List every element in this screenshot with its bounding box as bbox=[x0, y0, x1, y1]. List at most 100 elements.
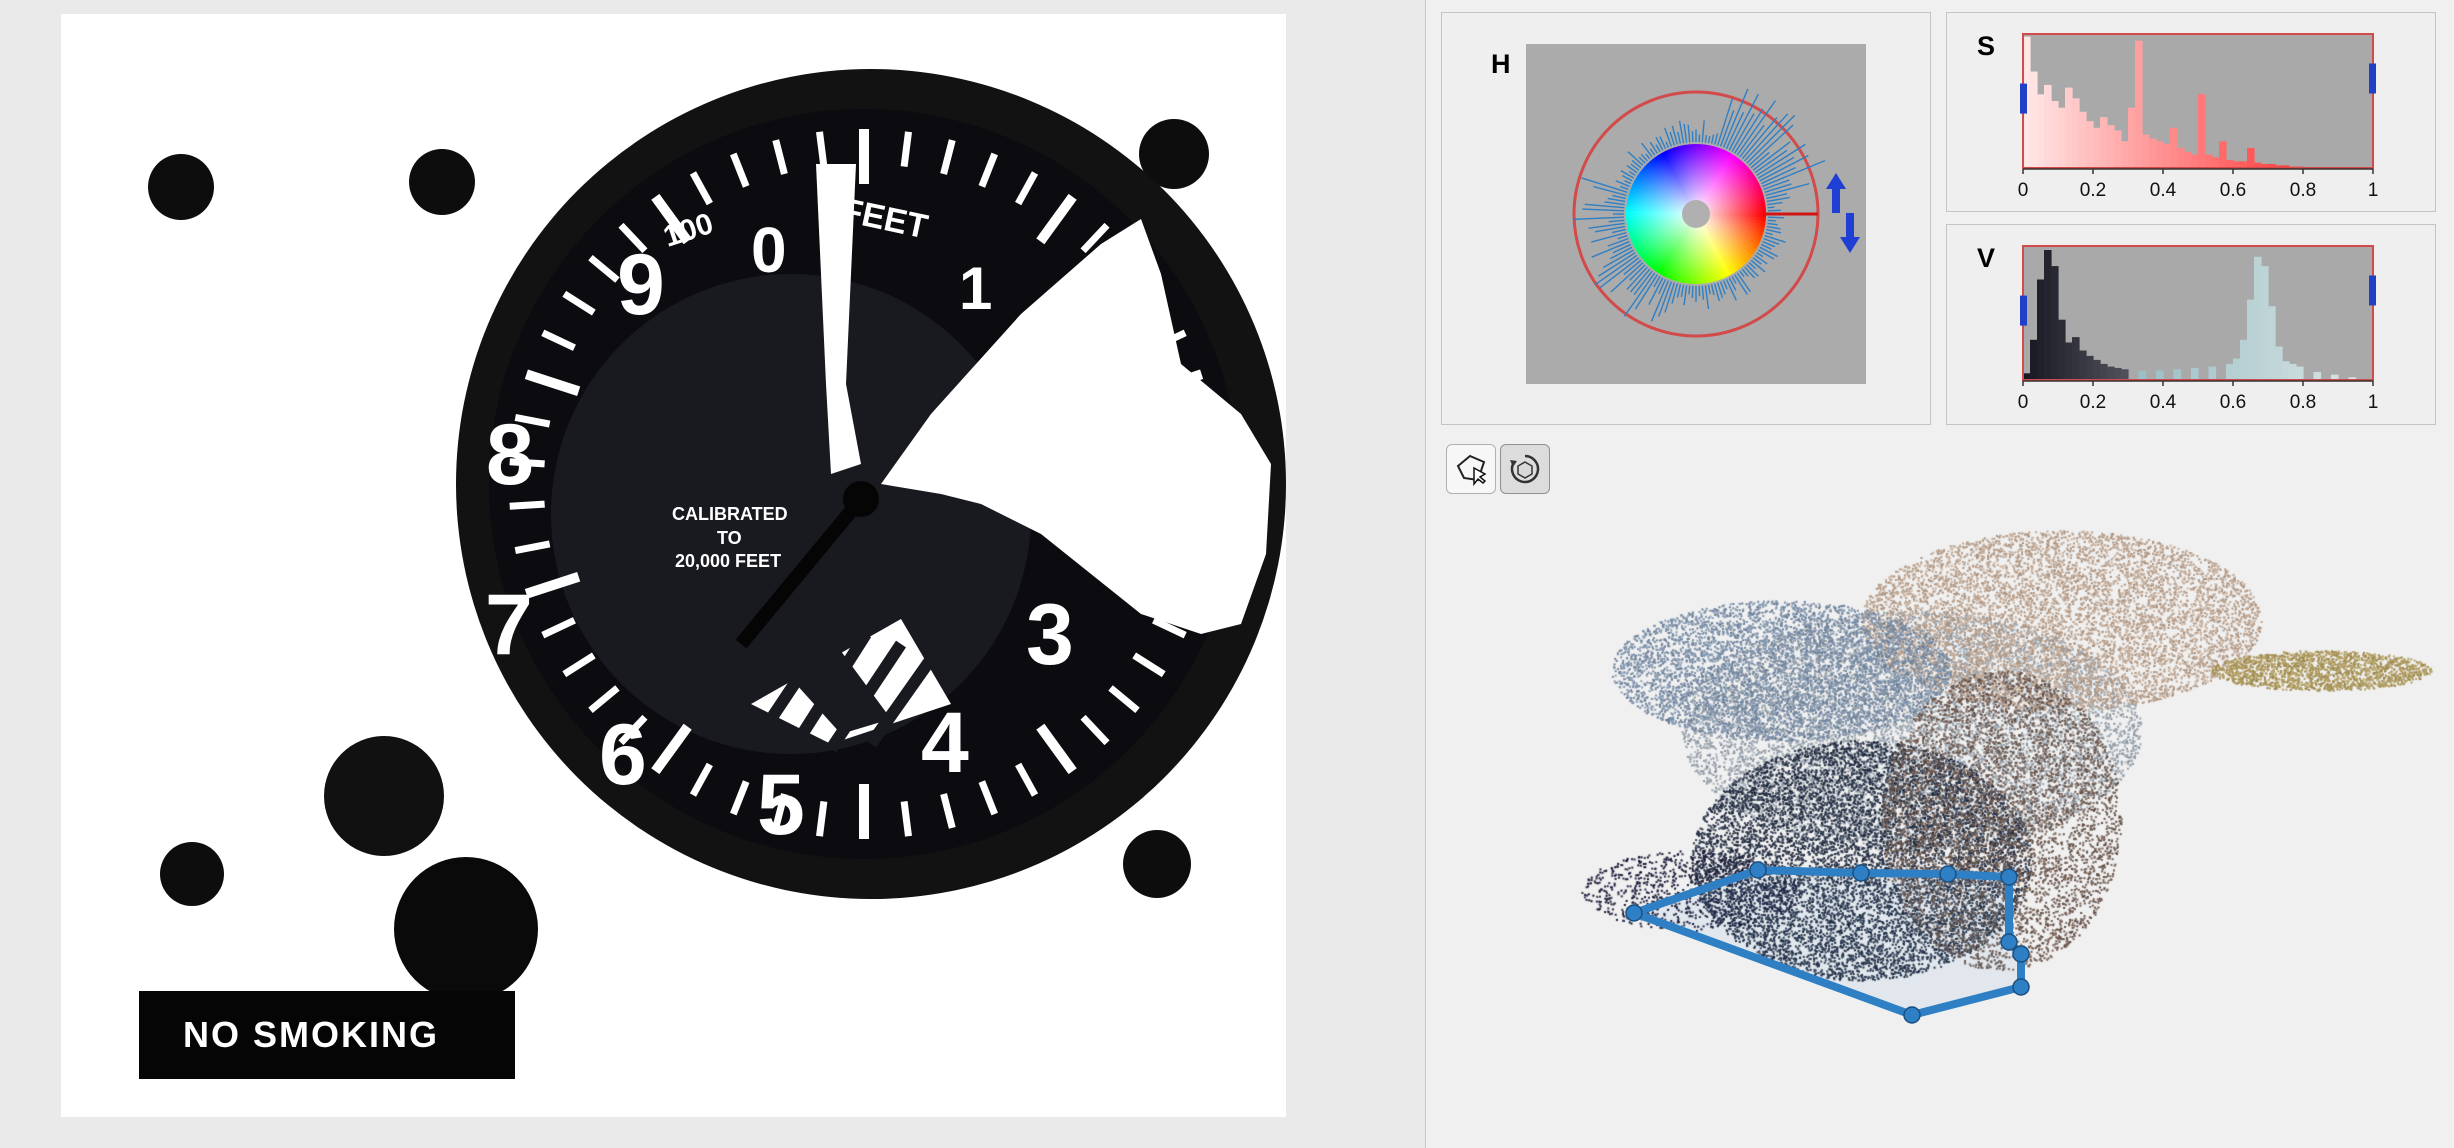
screw-head bbox=[1123, 830, 1191, 898]
histogram-bar bbox=[2044, 84, 2052, 168]
polygon-vertex[interactable] bbox=[1749, 861, 1767, 879]
histogram-bar bbox=[2156, 141, 2164, 168]
histogram-bar bbox=[2142, 134, 2150, 168]
dial-number-5: 5 bbox=[757, 757, 805, 853]
polygon-vertex[interactable] bbox=[2000, 868, 2018, 886]
dial-number-9: 9 bbox=[617, 237, 665, 333]
range-handle-left[interactable] bbox=[2020, 295, 2027, 326]
polygon-vertex[interactable] bbox=[1903, 1006, 1921, 1024]
range-handle-left[interactable] bbox=[2020, 83, 2027, 114]
histogram-bar bbox=[2212, 157, 2220, 168]
histogram-bar bbox=[2044, 250, 2052, 380]
histogram-bar bbox=[2275, 346, 2283, 380]
histogram-bar bbox=[2198, 94, 2206, 168]
saturation-panel: S 0 0.2 0.4 0.6 0.8 1 bbox=[1946, 12, 2436, 212]
histogram-bar bbox=[2093, 359, 2101, 380]
dial-number-6: 6 bbox=[599, 707, 647, 803]
axis-tick-label: 0.4 bbox=[2150, 180, 2177, 201]
histogram-bar bbox=[2037, 94, 2045, 168]
dial-number-0: 0 bbox=[751, 214, 787, 286]
polygon-vertex[interactable] bbox=[2000, 933, 2018, 951]
dial-tick bbox=[900, 131, 912, 167]
hue-wheel-plot[interactable] bbox=[1526, 44, 1866, 384]
histogram-bar bbox=[2079, 111, 2087, 168]
histogram-bar bbox=[2247, 299, 2255, 380]
histogram-bar bbox=[2138, 370, 2147, 380]
histogram-bar bbox=[2086, 355, 2094, 380]
axis-tick-label: 0.4 bbox=[2150, 392, 2177, 413]
masked-image-canvas[interactable]: 9 8 7 6 5 4 3 1 0 100 FEET CALIBRATED TO… bbox=[61, 14, 1286, 1117]
histogram-bar bbox=[2107, 366, 2115, 380]
histogram-bar bbox=[2156, 370, 2164, 380]
hue-spike bbox=[1767, 206, 1775, 209]
rotate-3d-icon bbox=[1510, 454, 1540, 484]
dial-number-3: 3 bbox=[1026, 587, 1074, 683]
polygon-vertex[interactable] bbox=[2012, 978, 2030, 996]
polygon-vertex[interactable] bbox=[1625, 904, 1643, 922]
screw-head bbox=[409, 149, 475, 215]
histogram-bar bbox=[2093, 127, 2101, 168]
axis-tick-label: 0.2 bbox=[2080, 180, 2106, 201]
histogram-bar bbox=[2219, 141, 2227, 168]
hue-spike bbox=[1704, 135, 1708, 143]
hue-wheel-hub bbox=[1682, 200, 1710, 228]
histogram-bar bbox=[2051, 266, 2059, 380]
histogram-bar bbox=[2100, 363, 2108, 380]
histogram-bar bbox=[2030, 339, 2038, 380]
histogram-bar bbox=[2268, 306, 2276, 380]
calibration-text-2: TO bbox=[717, 528, 742, 548]
selection-polygon-overlay[interactable] bbox=[1441, 500, 2441, 1140]
polygon-vertex[interactable] bbox=[1939, 865, 1957, 883]
histogram-bar bbox=[2058, 107, 2066, 168]
histogram-bar bbox=[2065, 342, 2073, 380]
histogram-bar bbox=[2072, 337, 2080, 380]
dial-tick bbox=[900, 801, 912, 837]
dial-tick bbox=[816, 131, 828, 167]
histogram-bar bbox=[2100, 117, 2108, 168]
histogram-bar bbox=[2247, 147, 2255, 168]
histogram-bar bbox=[2173, 369, 2182, 380]
hue-panel: H bbox=[1441, 12, 1931, 425]
hue-label: H bbox=[1491, 49, 1511, 79]
histogram-bar bbox=[2233, 161, 2241, 168]
histogram-bar bbox=[2226, 363, 2234, 380]
polygon-vertex[interactable] bbox=[1852, 864, 1870, 882]
histogram-bar bbox=[2086, 121, 2094, 168]
rotate-3d-button[interactable] bbox=[1500, 444, 1550, 494]
histogram-bar bbox=[2254, 256, 2262, 380]
histogram-bar bbox=[2121, 369, 2129, 380]
dial-tick bbox=[509, 500, 545, 510]
setting-knob bbox=[394, 857, 538, 1001]
histogram-bar bbox=[2107, 125, 2115, 168]
needle-hub bbox=[843, 481, 879, 517]
histogram-bar bbox=[2065, 87, 2073, 168]
selection-polygon[interactable] bbox=[1630, 866, 2025, 1019]
value-histogram[interactable]: 0 0.2 0.4 0.6 0.8 1 bbox=[2011, 238, 2391, 413]
axis-tick-label: 0 bbox=[2018, 392, 2029, 413]
hue-spike bbox=[1691, 285, 1694, 298]
range-handle-right[interactable] bbox=[2369, 275, 2376, 306]
color-space-3d-scatter[interactable] bbox=[1441, 500, 2441, 1140]
screw-head bbox=[160, 842, 224, 906]
value-label: V bbox=[1977, 243, 1996, 273]
range-handle-right[interactable] bbox=[2369, 63, 2376, 94]
hue-spike bbox=[1767, 219, 1776, 222]
hue-spike bbox=[1767, 216, 1785, 219]
histogram-bar bbox=[2114, 130, 2122, 168]
hue-spike bbox=[1688, 285, 1691, 295]
altimeter-image: 9 8 7 6 5 4 3 1 0 100 FEET CALIBRATED TO… bbox=[139, 69, 1286, 1079]
histogram-bar bbox=[2240, 339, 2248, 380]
polygon-vertex[interactable] bbox=[2012, 945, 2030, 963]
histogram-bar bbox=[2058, 319, 2066, 380]
histogram-bar bbox=[2184, 151, 2192, 168]
histogram-bar bbox=[2114, 367, 2122, 380]
histogram-bar bbox=[2121, 141, 2129, 168]
hue-rotate-arrows-icon[interactable] bbox=[1824, 173, 1864, 263]
histogram-bar bbox=[2023, 373, 2031, 380]
polygon-select-button[interactable] bbox=[1446, 444, 1496, 494]
histogram-bar bbox=[2296, 366, 2304, 380]
saturation-histogram[interactable]: 0 0.2 0.4 0.6 0.8 1 bbox=[2011, 26, 2391, 201]
screw-head bbox=[148, 154, 214, 220]
histogram-bar bbox=[2079, 350, 2087, 380]
dial-tick bbox=[816, 801, 828, 837]
